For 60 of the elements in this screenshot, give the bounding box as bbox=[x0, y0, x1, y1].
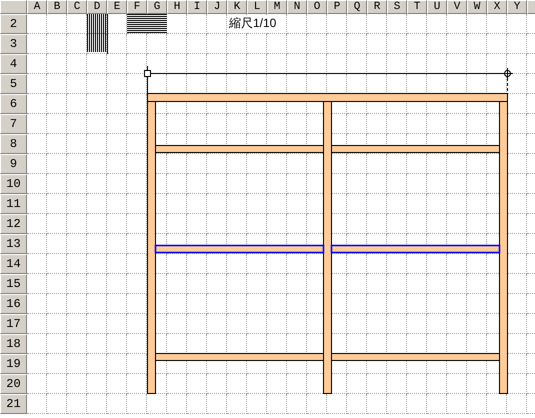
shelf-board[interactable] bbox=[154, 244, 324, 254]
row-header[interactable]: 10 bbox=[0, 174, 27, 194]
column-header[interactable]: D bbox=[87, 0, 107, 14]
shelf-board[interactable] bbox=[331, 145, 500, 153]
row-header[interactable]: 21 bbox=[0, 394, 27, 414]
row-header[interactable]: 4 bbox=[0, 54, 27, 74]
column-header[interactable]: G bbox=[147, 0, 167, 14]
row-header[interactable]: 16 bbox=[0, 294, 27, 314]
row-header[interactable]: 2 bbox=[0, 14, 27, 34]
row-header[interactable]: 17 bbox=[0, 314, 27, 334]
row-header[interactable]: 13 bbox=[0, 234, 27, 254]
column-header[interactable]: U bbox=[427, 0, 447, 14]
column-header[interactable]: P bbox=[327, 0, 347, 14]
row-header[interactable]: 5 bbox=[0, 74, 27, 94]
column-header[interactable]: L bbox=[247, 0, 267, 14]
column-header[interactable]: H bbox=[167, 0, 187, 14]
shelf-post[interactable] bbox=[323, 101, 332, 394]
column-header[interactable]: M bbox=[267, 0, 287, 14]
column-header[interactable]: C bbox=[67, 0, 87, 14]
shelf-post[interactable] bbox=[147, 101, 156, 394]
horizontal-hatch-icon bbox=[127, 14, 167, 33]
shelf-post[interactable] bbox=[499, 101, 508, 394]
column-header[interactable]: A bbox=[27, 0, 47, 14]
top-board[interactable] bbox=[147, 93, 508, 102]
column-header[interactable]: R bbox=[367, 0, 387, 14]
row-header[interactable]: 12 bbox=[0, 214, 27, 234]
column-header[interactable]: X bbox=[487, 0, 507, 14]
row-header[interactable]: 14 bbox=[0, 254, 27, 274]
shelf-board[interactable] bbox=[155, 353, 324, 361]
row-header[interactable]: 15 bbox=[0, 274, 27, 294]
row-header[interactable]: 11 bbox=[0, 194, 27, 214]
column-header[interactable]: Q bbox=[347, 0, 367, 14]
row-header[interactable]: 7 bbox=[0, 114, 27, 134]
row-header[interactable]: 9 bbox=[0, 154, 27, 174]
column-header[interactable]: S bbox=[387, 0, 407, 14]
column-header[interactable]: K bbox=[227, 0, 247, 14]
column-header[interactable]: E bbox=[107, 0, 127, 14]
column-header[interactable]: Y bbox=[507, 0, 527, 14]
row-header[interactable]: 3 bbox=[0, 34, 27, 54]
column-header[interactable]: F bbox=[127, 0, 147, 14]
column-header[interactable]: W bbox=[467, 0, 487, 14]
scale-label: 縮尺1/10 bbox=[229, 15, 278, 32]
column-header[interactable]: T bbox=[407, 0, 427, 14]
corner-header[interactable] bbox=[0, 0, 27, 14]
column-header[interactable]: B bbox=[47, 0, 67, 14]
vertical-hatch-icon bbox=[87, 14, 108, 54]
row-header[interactable]: 6 bbox=[0, 94, 27, 114]
column-header[interactable]: J bbox=[207, 0, 227, 14]
column-header[interactable]: O bbox=[307, 0, 327, 14]
column-header[interactable]: I bbox=[187, 0, 207, 14]
row-header[interactable]: 19 bbox=[0, 354, 27, 374]
column-header[interactable]: N bbox=[287, 0, 307, 14]
shelf-board[interactable] bbox=[155, 145, 324, 153]
row-header[interactable]: 18 bbox=[0, 334, 27, 354]
column-header[interactable]: V bbox=[447, 0, 467, 14]
shelf-board[interactable] bbox=[330, 244, 500, 254]
shelf-board[interactable] bbox=[331, 353, 500, 361]
row-header[interactable]: 20 bbox=[0, 374, 27, 394]
row-header[interactable]: 8 bbox=[0, 134, 27, 154]
dimension-line[interactable] bbox=[144, 66, 514, 94]
